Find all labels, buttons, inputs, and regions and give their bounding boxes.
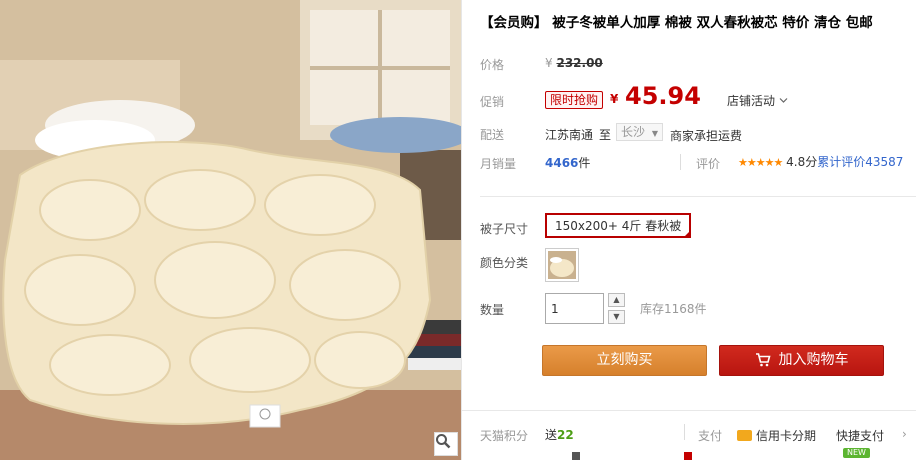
city-select-value: 长沙 <box>621 125 646 139</box>
rating-stars-icon: ★★★★★ <box>738 156 783 169</box>
quick-pay-label: 快捷支付 <box>836 429 885 443</box>
scroll-more-icon[interactable]: › <box>902 427 907 441</box>
credit-card-icon <box>737 430 752 441</box>
monthly-sales-count: 4466 <box>545 156 579 170</box>
size-option-label: 150x200+ 4斤 春秋被 <box>555 219 682 233</box>
points-prefix: 送 <box>545 428 558 442</box>
chevron-down-icon <box>779 98 788 103</box>
shop-activity-dropdown[interactable]: 店铺活动 <box>727 92 788 109</box>
points-number: 22 <box>557 428 574 442</box>
price-label: 价格 <box>480 58 505 72</box>
new-badge: NEW <box>843 448 870 458</box>
add-to-cart-label: 加入购物车 <box>778 352 849 368</box>
price-panel: 价格 ¥ 232.00 促销 限时抢购 ¥ 45.94 店铺活动 配送 江苏南通… <box>462 44 916 184</box>
rating-score: 4.8分 <box>786 155 818 169</box>
cart-icon <box>755 353 771 367</box>
promotion-price: 45.94 <box>625 82 701 110</box>
monthly-sales-label: 月销量 <box>480 157 517 171</box>
caret-down-icon: ▼ <box>651 129 658 138</box>
credit-installment-link[interactable]: 信用卡分期 <box>737 427 816 444</box>
selected-check-icon <box>683 230 692 238</box>
quantity-input[interactable] <box>545 293 604 324</box>
service-tag <box>684 452 692 460</box>
points-label: 天猫积分 <box>480 429 529 443</box>
pay-label: 支付 <box>698 429 723 443</box>
promotion-currency: ¥ <box>610 92 619 106</box>
quick-pay-link[interactable]: 快捷支付 <box>836 427 884 444</box>
original-price-value: 232.00 <box>556 56 603 70</box>
promotion-badge: 限时抢购 <box>545 91 604 109</box>
separator <box>680 154 681 170</box>
quantity-increase-button[interactable]: ▲ <box>608 293 625 307</box>
quantity-label: 数量 <box>480 303 505 317</box>
shipping-fee: 商家承担运费 <box>670 129 743 143</box>
shipping-from: 江苏南通 <box>545 128 594 142</box>
add-to-cart-button[interactable]: 加入购物车 <box>719 345 884 376</box>
color-swatch[interactable] <box>545 248 579 282</box>
size-label: 被子尺寸 <box>480 222 529 236</box>
color-label: 颜色分类 <box>480 256 529 270</box>
zoom-icon[interactable] <box>434 432 458 456</box>
monthly-sales-unit: 件 <box>578 156 591 170</box>
shipping-label: 配送 <box>480 128 505 142</box>
quilt-photo <box>0 0 461 460</box>
promotion-label: 促销 <box>480 95 505 109</box>
service-tag <box>572 452 580 460</box>
buy-now-button[interactable]: 立刻购买 <box>542 345 707 376</box>
monthly-sales: 4466件 <box>545 154 590 171</box>
stock-text: 库存1168件 <box>640 302 707 316</box>
size-option-selected[interactable]: 150x200+ 4斤 春秋被 <box>545 213 692 238</box>
original-price: ¥ 232.00 <box>545 56 603 70</box>
review-link-label: 累计评价 <box>817 155 866 169</box>
product-info-pane: 【会员购】 被子冬被单人加厚 棉被 双人春秋被芯 特价 清仓 包邮 价格 ¥ 2… <box>462 0 916 460</box>
section-divider <box>480 196 916 197</box>
quilt-thumbnail-icon <box>548 251 576 279</box>
review-count: 43587 <box>865 155 904 169</box>
city-select[interactable]: 长沙 ▼ <box>616 123 663 141</box>
product-title: 【会员购】 被子冬被单人加厚 棉被 双人春秋被芯 特价 清仓 包邮 <box>480 15 873 31</box>
quantity-decrease-button[interactable]: ▼ <box>608 310 625 324</box>
review-label: 评价 <box>696 157 721 171</box>
points-value: 送22 <box>545 426 574 443</box>
shipping-to-word: 至 <box>599 128 612 142</box>
credit-installment-label: 信用卡分期 <box>756 429 817 443</box>
original-currency: ¥ <box>545 56 553 70</box>
product-main-image[interactable] <box>0 0 461 460</box>
shop-activity-label: 店铺活动 <box>727 94 776 108</box>
review-summary[interactable]: ★★★★★ 4.8分累计评价43587 <box>738 153 903 170</box>
separator <box>684 424 685 440</box>
